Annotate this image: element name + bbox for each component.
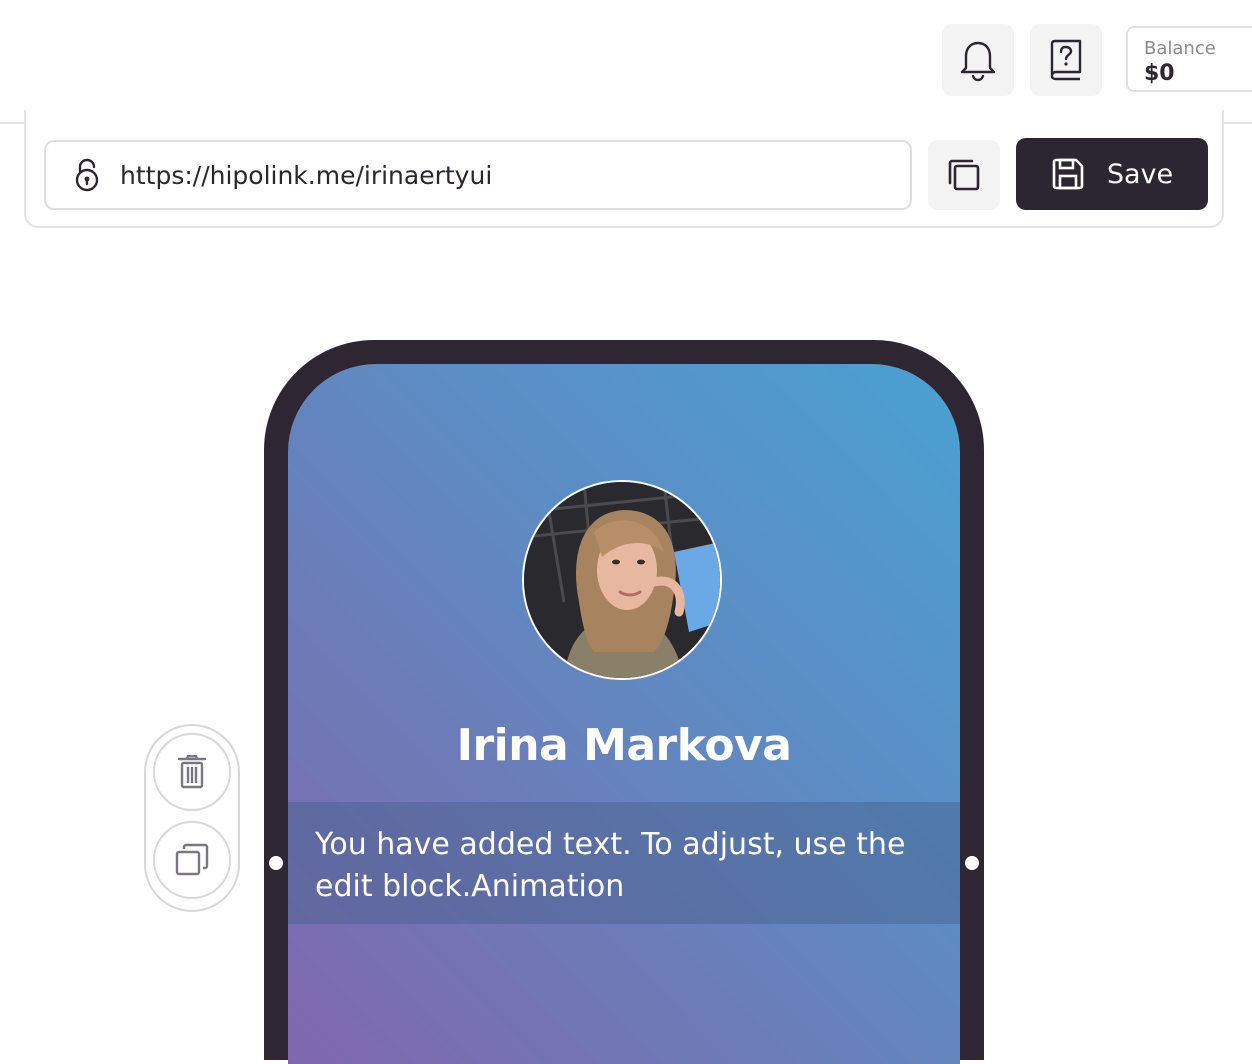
block-resize-handle-left[interactable] [269, 856, 283, 870]
profile-url-field[interactable]: https://hipolink.me/irinaertyui [44, 140, 912, 210]
copy-icon [948, 159, 980, 191]
help-button[interactable] [1030, 24, 1102, 96]
delete-block-button[interactable] [153, 733, 231, 811]
balance-value: $0 [1144, 61, 1175, 86]
duplicate-block-button[interactable] [153, 821, 231, 899]
text-block[interactable]: You have added text. To adjust, use the … [288, 802, 960, 924]
profile-name[interactable]: Irina Markova [288, 720, 960, 771]
save-button-label: Save [1106, 158, 1174, 190]
balance-label: Balance [1144, 38, 1216, 59]
lock-icon [75, 158, 99, 192]
duplicate-icon [175, 843, 209, 876]
phone-preview-frame: Irina Markova You have added text. To ad… [264, 340, 984, 1064]
bell-icon [960, 41, 996, 82]
profile-url-text: https://hipolink.me/irinaertyui [120, 160, 493, 190]
notifications-button[interactable] [942, 24, 1014, 96]
block-tools [144, 724, 240, 912]
help-book-icon [1050, 39, 1082, 81]
phone-preview-screen: Irina Markova You have added text. To ad… [288, 364, 960, 1064]
save-button[interactable]: Save [1016, 138, 1208, 210]
trash-icon [177, 755, 207, 789]
link-panel: https://hipolink.me/irinaertyui Save [24, 110, 1224, 228]
balance-widget[interactable]: Balance $0 [1126, 26, 1252, 92]
profile-photo [524, 482, 720, 678]
profile-avatar[interactable] [522, 480, 722, 680]
copy-link-button[interactable] [928, 140, 1000, 210]
block-resize-handle-right[interactable] [965, 856, 979, 870]
top-bar: Balance $0 [0, 0, 1252, 124]
floppy-disk-icon [1052, 158, 1084, 190]
